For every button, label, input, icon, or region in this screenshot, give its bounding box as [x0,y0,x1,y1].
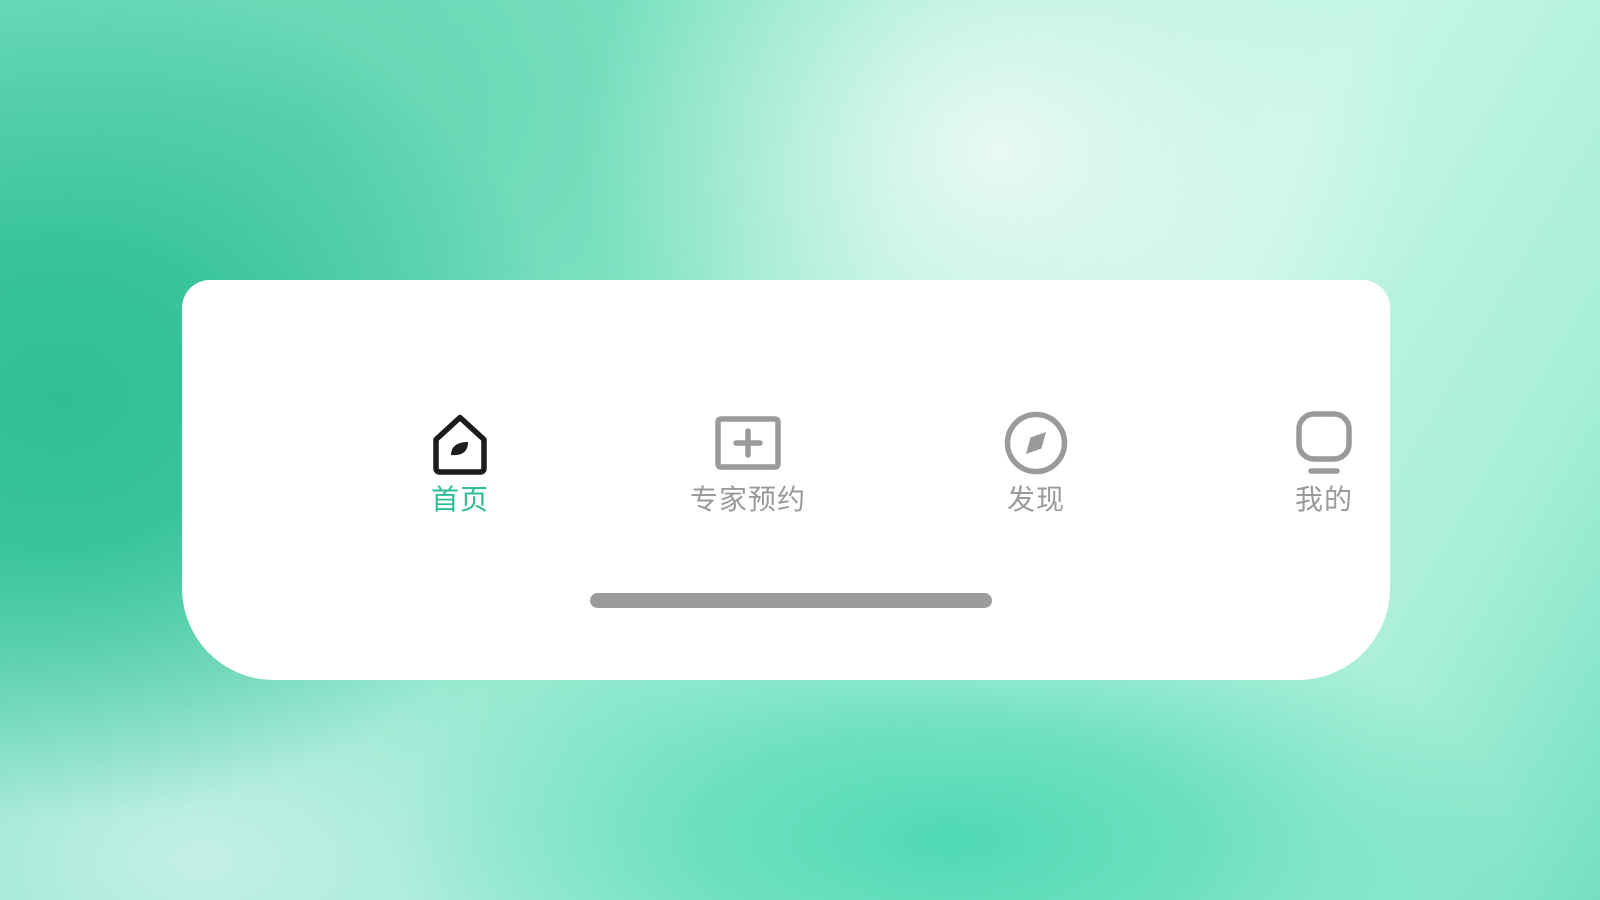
tab-discover[interactable]: 发现 [936,406,1136,526]
compass-icon [1003,410,1069,476]
home-leaf-icon [427,410,493,476]
tab-home-label: 首页 [430,483,489,516]
tab-discover-label: 发现 [1006,483,1065,516]
tab-home[interactable]: 首页 [360,406,560,526]
profile-icon [1291,410,1357,476]
bottom-navigation-card: 首页 专家预约 发现 我的 [182,280,1390,680]
tab-me-label: 我的 [1294,483,1353,516]
add-appointment-icon [715,410,781,476]
tab-me[interactable]: 我的 [1224,406,1424,526]
home-indicator-bar[interactable] [590,593,992,608]
tab-expert-appointment[interactable]: 专家预约 [648,406,848,526]
tab-bar: 首页 专家预约 发现 我的 [182,406,1390,526]
tab-expert-label: 专家预约 [689,483,806,516]
